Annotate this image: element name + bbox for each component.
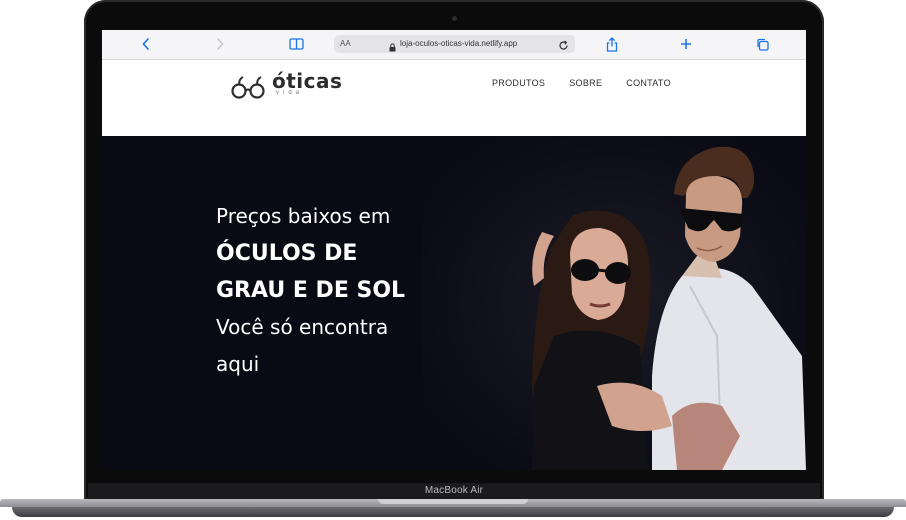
- nav-sobre[interactable]: SOBRE: [569, 78, 602, 88]
- camera-icon: [452, 16, 457, 21]
- plus-icon[interactable]: [678, 34, 694, 54]
- logo-sub: vida: [276, 90, 304, 96]
- logo-wordmark: óticas vida: [272, 69, 342, 96]
- chevron-right-icon[interactable]: [212, 34, 228, 54]
- device-label: MacBook Air: [424, 485, 484, 496]
- address-bar[interactable]: AA loja-oculos-oticas-vida.netlify.app: [334, 35, 575, 53]
- site-header: óticas vida PRODUTOS SOBRE CONTATO: [102, 60, 806, 136]
- nav-contato[interactable]: CONTATO: [626, 78, 671, 88]
- site-logo[interactable]: óticas vida: [230, 69, 342, 105]
- hero-banner: Preços baixos em ÓCULOS DE GRAU E DE SOL…: [102, 136, 806, 470]
- reader-aa-button[interactable]: AA: [340, 39, 351, 48]
- hero-photo-couple: [422, 136, 806, 470]
- chevron-left-icon[interactable]: [138, 34, 154, 54]
- browser-toolbar: AA loja-oculos-oticas-vida.netlify.app: [102, 30, 806, 60]
- screen: AA loja-oculos-oticas-vida.netlify.app ó…: [102, 30, 806, 470]
- book-icon[interactable]: [286, 34, 306, 54]
- trackpad-notch: [378, 499, 528, 504]
- laptop-base: [0, 499, 906, 520]
- laptop-chin: MacBook Air: [88, 483, 820, 500]
- nav-produtos[interactable]: PRODUTOS: [492, 78, 545, 88]
- tabs-icon[interactable]: [754, 34, 770, 54]
- reload-icon[interactable]: [558, 38, 569, 56]
- lock-icon: [389, 39, 396, 57]
- share-icon[interactable]: [604, 34, 620, 54]
- main-nav: PRODUTOS SOBRE CONTATO: [492, 78, 671, 88]
- url-text: loja-oculos-oticas-vida.netlify.app: [400, 39, 518, 48]
- glasses-logo-icon: [231, 76, 265, 99]
